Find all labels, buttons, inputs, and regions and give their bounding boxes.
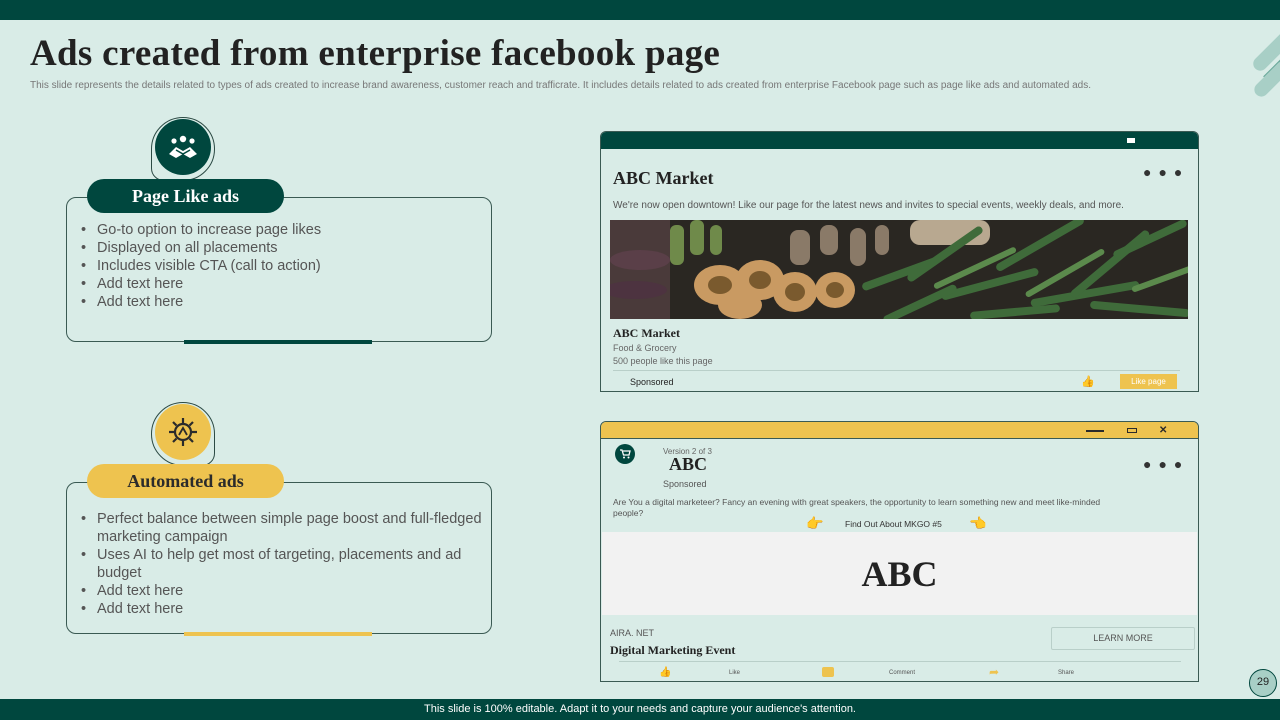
slide-subtitle: This slide represents the details relate… <box>30 80 1091 91</box>
gear-icon <box>155 404 211 460</box>
ad-domain: AIRA. NET <box>610 628 655 638</box>
pointing-right-icon: 👉 <box>806 515 824 531</box>
automated-bullets: Perfect balance between simple page boos… <box>77 510 487 618</box>
ad-brand-name: ABC <box>669 454 708 474</box>
ad-page-category: Food & Grocery <box>613 343 677 353</box>
ad-image-vegetables <box>610 220 1188 319</box>
ad-page-name[interactable]: ABC Market <box>613 326 680 341</box>
pointing-left-icon: 👈 <box>969 515 987 531</box>
more-options-icon[interactable]: ●●● <box>1143 456 1189 472</box>
list-item: Go-to option to increase page likes <box>77 221 477 239</box>
maximize-icon[interactable] <box>1127 132 1135 149</box>
ad-banner-image[interactable]: ABC <box>602 532 1197 615</box>
cart-icon <box>615 444 635 464</box>
list-item: Add text here <box>77 275 477 293</box>
more-options-icon[interactable]: ●●● <box>1143 164 1189 180</box>
list-item: Displayed on all placements <box>77 239 477 257</box>
page-like-bullets: Go-to option to increase page likes Disp… <box>77 221 477 311</box>
automated-label: Automated ads <box>87 464 284 498</box>
close-icon[interactable]: ✕ <box>1159 422 1167 439</box>
sponsored-label: Sponsored <box>663 479 707 489</box>
ad-window-automated: ✕ Version 2 of 3 ABC Sponsored ●●● Are Y… <box>600 421 1199 682</box>
share-action-label[interactable]: Share <box>1058 670 1074 676</box>
list-item: Uses AI to help get most of targeting, p… <box>77 546 487 582</box>
footer-bar: This slide is 100% editable. Adapt it to… <box>0 699 1280 720</box>
share-icon[interactable]: ➦ <box>989 665 999 679</box>
list-item: Add text here <box>77 293 477 311</box>
window-titlebar: ✕ <box>601 132 1198 149</box>
list-item: Perfect balance between simple page boos… <box>77 510 487 546</box>
minimize-icon[interactable] <box>1086 422 1104 439</box>
window-titlebar: ✕ <box>601 422 1198 439</box>
ad-window-page-like: ✕ ABC Market ●●● We're now open downtown… <box>600 131 1199 392</box>
sponsored-label: Sponsored <box>630 377 674 387</box>
divider <box>613 370 1180 371</box>
like-icon[interactable]: 👍 <box>659 667 671 678</box>
page-number: 29 <box>1249 669 1277 697</box>
page-like-label: Page Like ads <box>87 179 284 213</box>
handshake-icon <box>155 119 211 175</box>
list-item: Includes visible CTA (call to action) <box>77 257 477 275</box>
ad-page-likes: 500 people like this page <box>613 356 713 366</box>
ad-cta-text: Find Out About MKGO #5 <box>845 519 942 529</box>
maximize-icon[interactable] <box>1127 422 1137 439</box>
card-accent-line <box>184 632 372 636</box>
like-page-button[interactable]: Like page <box>1120 374 1177 389</box>
divider <box>619 661 1181 662</box>
card-accent-line <box>184 340 372 344</box>
thumbs-up-icon[interactable]: 👍 <box>1081 375 1095 388</box>
ad-body-text: Are You a digital marketeer? Fancy an ev… <box>613 497 1101 518</box>
minimize-icon[interactable] <box>1086 132 1100 149</box>
comment-icon[interactable] <box>822 667 834 677</box>
list-item: Add text here <box>77 582 487 600</box>
comment-action-label[interactable]: Comment <box>889 670 915 676</box>
list-item: Add text here <box>77 600 487 618</box>
like-action-label[interactable]: Like <box>729 670 740 676</box>
top-bar <box>0 0 1280 20</box>
close-icon[interactable]: ✕ <box>1157 132 1165 149</box>
learn-more-button[interactable]: LEARN MORE <box>1051 627 1195 650</box>
ad-event-title: Digital Marketing Event <box>610 643 736 657</box>
ad-page-header: ABC Market <box>613 168 714 188</box>
slide-title: Ads created from enterprise facebook pag… <box>30 33 721 74</box>
ad-intro-text: We're now open downtown! Like our page f… <box>613 200 1124 211</box>
